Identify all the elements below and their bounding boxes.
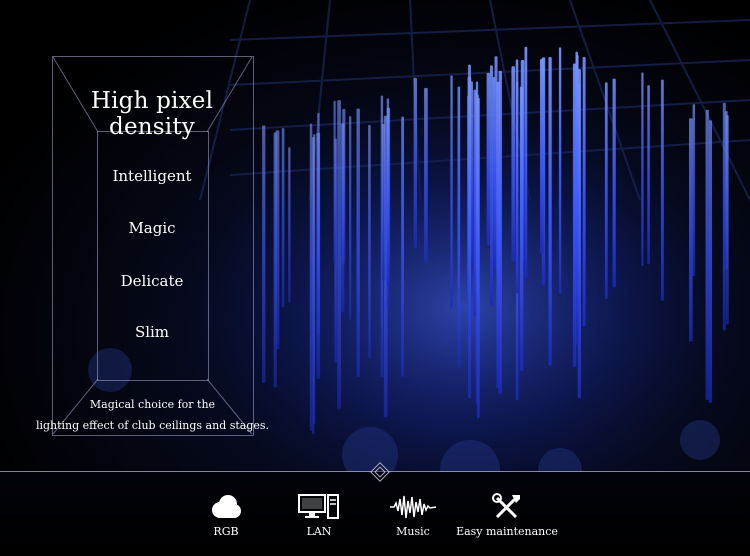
led-tube bbox=[424, 87, 428, 264]
led-tube bbox=[368, 124, 371, 359]
led-tube bbox=[558, 47, 562, 294]
led-tube bbox=[498, 70, 502, 394]
tools-icon bbox=[492, 493, 520, 519]
led-tube bbox=[450, 75, 453, 308]
led-tube bbox=[486, 72, 491, 246]
led-tube bbox=[413, 77, 418, 249]
led-tube bbox=[511, 66, 516, 262]
caption-line-1: Magical choice for the bbox=[89, 398, 216, 411]
led-tube bbox=[341, 123, 345, 313]
led-tube bbox=[688, 118, 693, 342]
product-banner: High pixel density Intelligent Magic Del… bbox=[0, 0, 750, 556]
led-tube bbox=[467, 64, 472, 399]
led-tube bbox=[641, 72, 644, 266]
led-tube bbox=[475, 81, 479, 405]
led-tube bbox=[539, 59, 544, 254]
led-tube bbox=[382, 123, 385, 281]
soundwave-icon bbox=[390, 495, 437, 519]
caption: Magical choice for the lighting effect o… bbox=[30, 394, 275, 436]
computer-icon bbox=[298, 494, 339, 519]
feature-slim: Slim bbox=[134, 323, 170, 341]
led-tube bbox=[726, 115, 729, 325]
led-tube bbox=[692, 104, 696, 277]
led-tube bbox=[349, 115, 352, 321]
led-tube bbox=[705, 109, 709, 400]
led-tube bbox=[309, 123, 313, 431]
led-tube bbox=[316, 132, 321, 379]
led-tube bbox=[548, 57, 552, 366]
cloud-icon bbox=[212, 495, 241, 518]
led-tube bbox=[708, 120, 713, 403]
led-tube bbox=[572, 63, 577, 367]
led-tube bbox=[401, 116, 405, 377]
led-tube bbox=[489, 65, 493, 306]
led-tube bbox=[312, 134, 316, 424]
led-tube bbox=[604, 82, 608, 299]
led-tube bbox=[515, 59, 519, 294]
feature-label: Easy maintenance bbox=[456, 525, 558, 538]
feature-easy-maintenance: Easy maintenance bbox=[447, 493, 567, 538]
feature-intelligent: Intelligent bbox=[112, 167, 192, 185]
led-tube bbox=[333, 100, 336, 263]
feature-delicate: Delicate bbox=[120, 272, 184, 290]
led-tube bbox=[386, 107, 391, 287]
glow-orb bbox=[680, 420, 720, 460]
led-tube bbox=[660, 79, 664, 301]
led-tube bbox=[356, 108, 360, 377]
led-tube bbox=[647, 85, 650, 265]
led-tube bbox=[524, 46, 528, 279]
feature-magic: Magic bbox=[128, 219, 176, 237]
led-tube bbox=[582, 56, 586, 327]
led-tube bbox=[576, 54, 579, 346]
led-tube bbox=[519, 86, 524, 371]
page-title: High pixel density bbox=[90, 88, 214, 140]
led-tube bbox=[457, 86, 461, 368]
led-tube bbox=[337, 100, 341, 409]
led-tube bbox=[612, 78, 616, 288]
caption-line-2: lighting effect of club ceilings and sta… bbox=[35, 419, 270, 432]
